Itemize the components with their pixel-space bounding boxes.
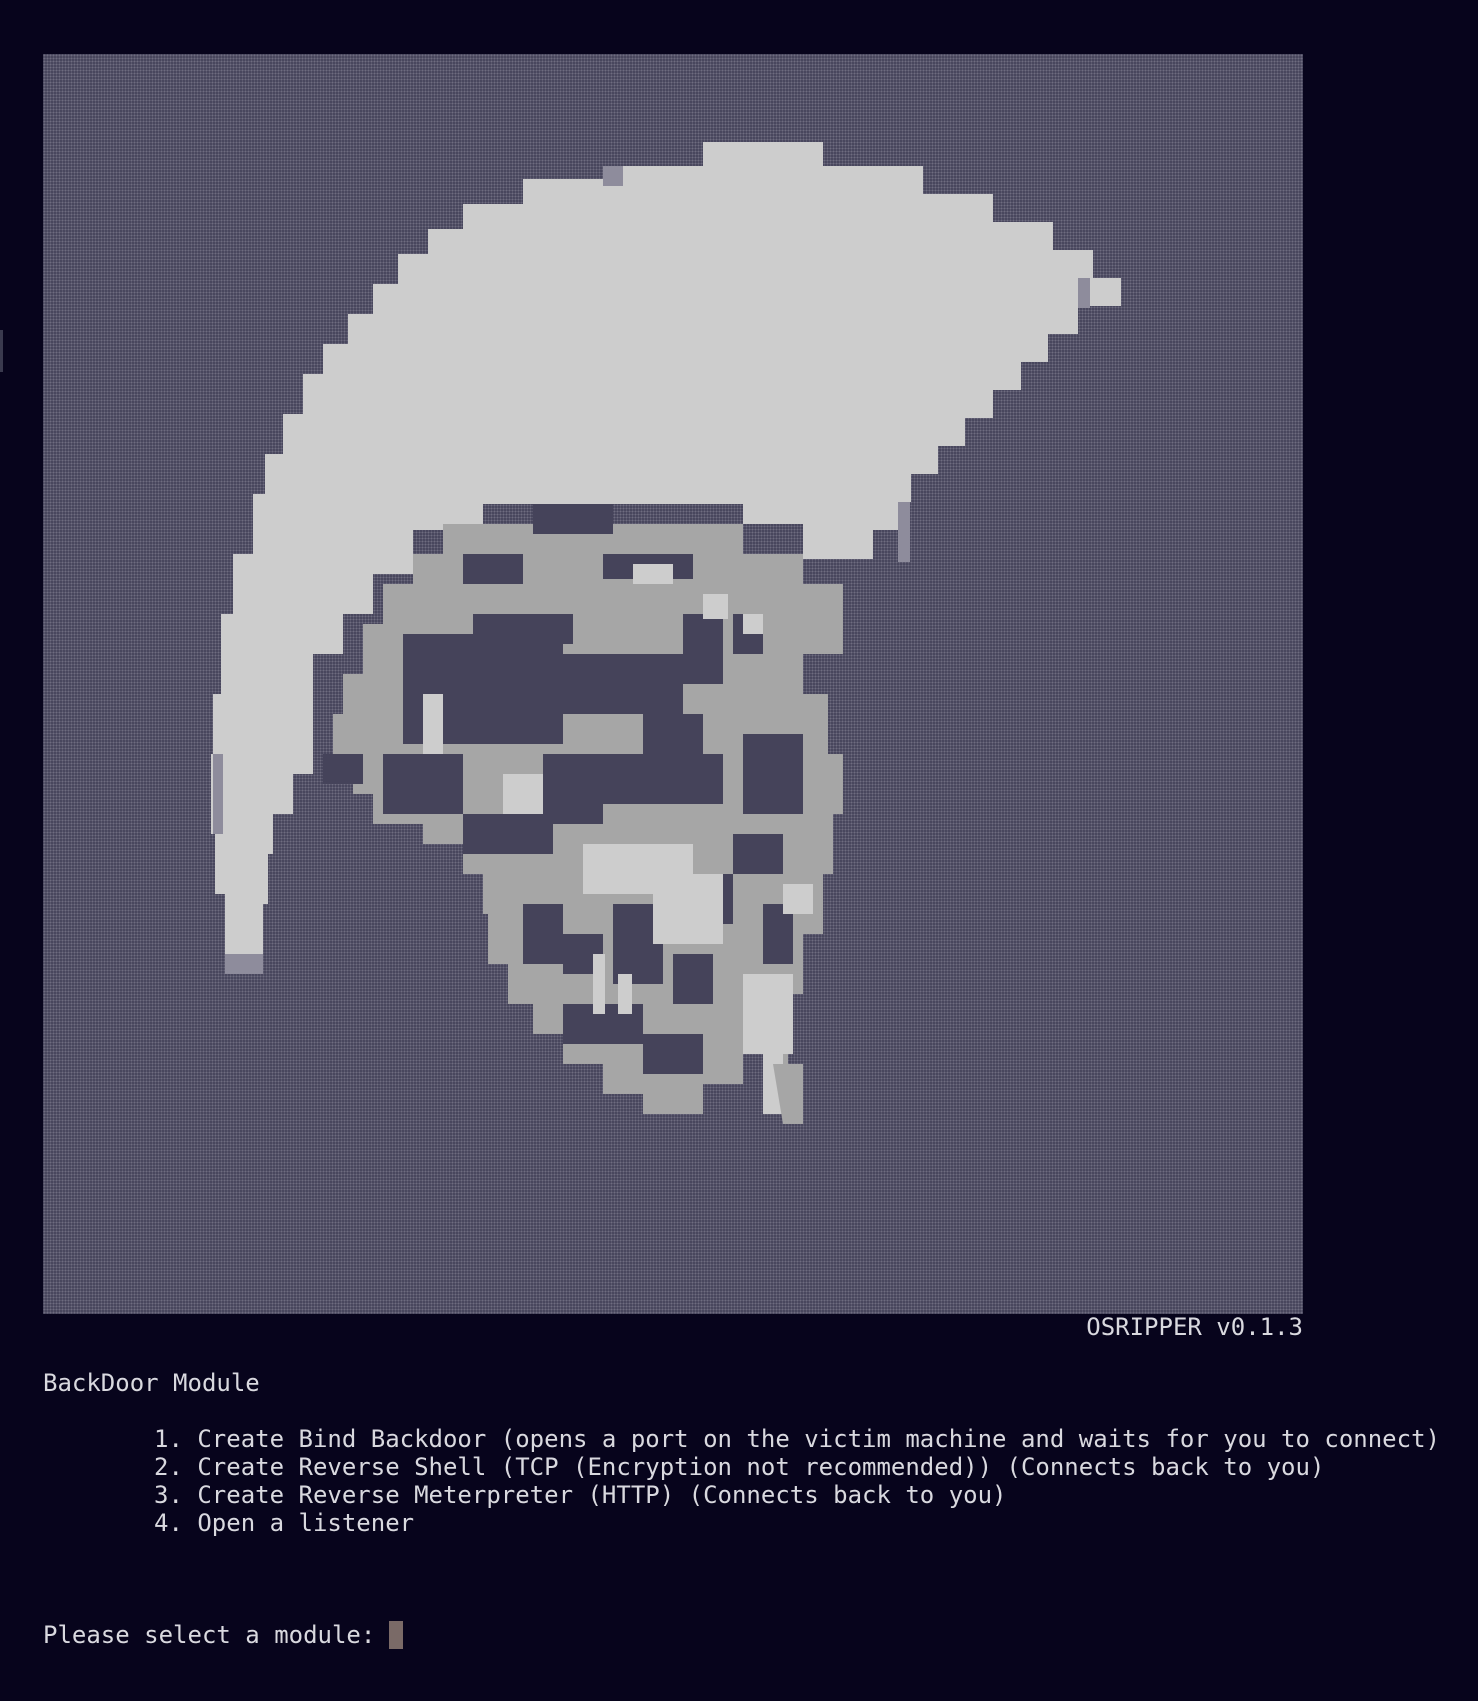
module-prompt[interactable]: Please select a module: — [43, 1621, 404, 1649]
module-menu: 1. Create Bind Backdoor (opens a port on… — [154, 1425, 1440, 1537]
menu-item-reverse-shell[interactable]: 2. Create Reverse Shell (TCP (Encryption… — [154, 1453, 1440, 1481]
prompt-label: Please select a module: — [43, 1621, 376, 1649]
menu-item-bind-backdoor[interactable]: 1. Create Bind Backdoor (opens a port on… — [154, 1425, 1440, 1453]
scroll-marker — [0, 330, 3, 372]
module-title: BackDoor Module — [43, 1369, 260, 1397]
menu-item-reverse-meterpreter[interactable]: 3. Create Reverse Meterpreter (HTTP) (Co… — [154, 1481, 1440, 1509]
menu-item-open-listener[interactable]: 4. Open a listener — [154, 1509, 1440, 1537]
text-cursor[interactable] — [389, 1621, 404, 1649]
ascii-art-banner — [43, 54, 1303, 1314]
terminal-window: OSRIPPER v0.1.3 BackDoor Module 1. Creat… — [0, 0, 1478, 1701]
ninja-head-art — [211, 142, 1121, 1124]
version-label: OSRIPPER v0.1.3 — [1086, 1313, 1303, 1341]
